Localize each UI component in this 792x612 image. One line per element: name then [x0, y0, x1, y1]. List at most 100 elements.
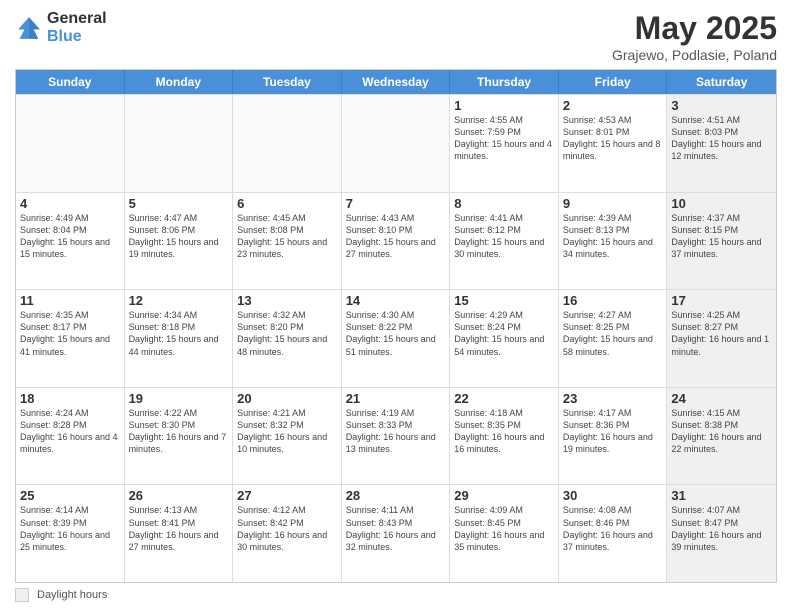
cell-info: Sunrise: 4:55 AM Sunset: 7:59 PM Dayligh…: [454, 114, 554, 163]
header-day-monday: Monday: [125, 70, 234, 94]
cell-info: Sunrise: 4:27 AM Sunset: 8:25 PM Dayligh…: [563, 309, 663, 358]
cell-info: Sunrise: 4:11 AM Sunset: 8:43 PM Dayligh…: [346, 504, 446, 553]
logo-icon: [15, 14, 43, 42]
cell-info: Sunrise: 4:45 AM Sunset: 8:08 PM Dayligh…: [237, 212, 337, 261]
header-day-sunday: Sunday: [16, 70, 125, 94]
cal-cell: 24Sunrise: 4:15 AM Sunset: 8:38 PM Dayli…: [667, 388, 776, 485]
cell-info: Sunrise: 4:51 AM Sunset: 8:03 PM Dayligh…: [671, 114, 772, 163]
cell-info: Sunrise: 4:17 AM Sunset: 8:36 PM Dayligh…: [563, 407, 663, 456]
cell-info: Sunrise: 4:19 AM Sunset: 8:33 PM Dayligh…: [346, 407, 446, 456]
day-number: 29: [454, 488, 554, 503]
cal-cell: 12Sunrise: 4:34 AM Sunset: 8:18 PM Dayli…: [125, 290, 234, 387]
day-number: 2: [563, 98, 663, 113]
cell-info: Sunrise: 4:21 AM Sunset: 8:32 PM Dayligh…: [237, 407, 337, 456]
cell-info: Sunrise: 4:07 AM Sunset: 8:47 PM Dayligh…: [671, 504, 772, 553]
header-day-saturday: Saturday: [667, 70, 776, 94]
cal-cell: [233, 95, 342, 192]
legend-label: Daylight hours: [37, 589, 107, 601]
cell-info: Sunrise: 4:13 AM Sunset: 8:41 PM Dayligh…: [129, 504, 229, 553]
cal-cell: 25Sunrise: 4:14 AM Sunset: 8:39 PM Dayli…: [16, 485, 125, 582]
cell-info: Sunrise: 4:08 AM Sunset: 8:46 PM Dayligh…: [563, 504, 663, 553]
cell-info: Sunrise: 4:12 AM Sunset: 8:42 PM Dayligh…: [237, 504, 337, 553]
day-number: 5: [129, 196, 229, 211]
header: General Blue May 2025 Grajewo, Podlasie,…: [15, 10, 777, 63]
cell-info: Sunrise: 4:49 AM Sunset: 8:04 PM Dayligh…: [20, 212, 120, 261]
main-title: May 2025: [612, 10, 777, 47]
cell-info: Sunrise: 4:18 AM Sunset: 8:35 PM Dayligh…: [454, 407, 554, 456]
cell-info: Sunrise: 4:47 AM Sunset: 8:06 PM Dayligh…: [129, 212, 229, 261]
cal-cell: 13Sunrise: 4:32 AM Sunset: 8:20 PM Dayli…: [233, 290, 342, 387]
page: General Blue May 2025 Grajewo, Podlasie,…: [0, 0, 792, 612]
cell-info: Sunrise: 4:53 AM Sunset: 8:01 PM Dayligh…: [563, 114, 663, 163]
day-number: 30: [563, 488, 663, 503]
cell-info: Sunrise: 4:09 AM Sunset: 8:45 PM Dayligh…: [454, 504, 554, 553]
day-number: 15: [454, 293, 554, 308]
day-number: 26: [129, 488, 229, 503]
cal-cell: 21Sunrise: 4:19 AM Sunset: 8:33 PM Dayli…: [342, 388, 451, 485]
cal-cell: 3Sunrise: 4:51 AM Sunset: 8:03 PM Daylig…: [667, 95, 776, 192]
cal-cell: 15Sunrise: 4:29 AM Sunset: 8:24 PM Dayli…: [450, 290, 559, 387]
cal-cell: [342, 95, 451, 192]
cell-info: Sunrise: 4:22 AM Sunset: 8:30 PM Dayligh…: [129, 407, 229, 456]
calendar-week-5: 25Sunrise: 4:14 AM Sunset: 8:39 PM Dayli…: [16, 484, 776, 582]
title-block: May 2025 Grajewo, Podlasie, Poland: [612, 10, 777, 63]
day-number: 17: [671, 293, 772, 308]
cal-cell: 31Sunrise: 4:07 AM Sunset: 8:47 PM Dayli…: [667, 485, 776, 582]
cal-cell: 17Sunrise: 4:25 AM Sunset: 8:27 PM Dayli…: [667, 290, 776, 387]
day-number: 6: [237, 196, 337, 211]
cal-cell: 28Sunrise: 4:11 AM Sunset: 8:43 PM Dayli…: [342, 485, 451, 582]
day-number: 18: [20, 391, 120, 406]
day-number: 11: [20, 293, 120, 308]
day-number: 1: [454, 98, 554, 113]
cal-cell: 6Sunrise: 4:45 AM Sunset: 8:08 PM Daylig…: [233, 193, 342, 290]
cal-cell: 19Sunrise: 4:22 AM Sunset: 8:30 PM Dayli…: [125, 388, 234, 485]
logo: General Blue: [15, 10, 107, 45]
cal-cell: 1Sunrise: 4:55 AM Sunset: 7:59 PM Daylig…: [450, 95, 559, 192]
cal-cell: 23Sunrise: 4:17 AM Sunset: 8:36 PM Dayli…: [559, 388, 668, 485]
calendar-week-2: 4Sunrise: 4:49 AM Sunset: 8:04 PM Daylig…: [16, 192, 776, 290]
cal-cell: 10Sunrise: 4:37 AM Sunset: 8:15 PM Dayli…: [667, 193, 776, 290]
day-number: 27: [237, 488, 337, 503]
cal-cell: 8Sunrise: 4:41 AM Sunset: 8:12 PM Daylig…: [450, 193, 559, 290]
day-number: 23: [563, 391, 663, 406]
day-number: 22: [454, 391, 554, 406]
day-number: 14: [346, 293, 446, 308]
cal-cell: 4Sunrise: 4:49 AM Sunset: 8:04 PM Daylig…: [16, 193, 125, 290]
calendar-week-4: 18Sunrise: 4:24 AM Sunset: 8:28 PM Dayli…: [16, 387, 776, 485]
cal-cell: 20Sunrise: 4:21 AM Sunset: 8:32 PM Dayli…: [233, 388, 342, 485]
cal-cell: 7Sunrise: 4:43 AM Sunset: 8:10 PM Daylig…: [342, 193, 451, 290]
cal-cell: 18Sunrise: 4:24 AM Sunset: 8:28 PM Dayli…: [16, 388, 125, 485]
cell-info: Sunrise: 4:29 AM Sunset: 8:24 PM Dayligh…: [454, 309, 554, 358]
day-number: 7: [346, 196, 446, 211]
calendar-week-3: 11Sunrise: 4:35 AM Sunset: 8:17 PM Dayli…: [16, 289, 776, 387]
cell-info: Sunrise: 4:34 AM Sunset: 8:18 PM Dayligh…: [129, 309, 229, 358]
cal-cell: 16Sunrise: 4:27 AM Sunset: 8:25 PM Dayli…: [559, 290, 668, 387]
day-number: 24: [671, 391, 772, 406]
cal-cell: 26Sunrise: 4:13 AM Sunset: 8:41 PM Dayli…: [125, 485, 234, 582]
calendar: SundayMondayTuesdayWednesdayThursdayFrid…: [15, 69, 777, 583]
header-day-friday: Friday: [559, 70, 668, 94]
day-number: 25: [20, 488, 120, 503]
header-day-thursday: Thursday: [450, 70, 559, 94]
cell-info: Sunrise: 4:24 AM Sunset: 8:28 PM Dayligh…: [20, 407, 120, 456]
cell-info: Sunrise: 4:35 AM Sunset: 8:17 PM Dayligh…: [20, 309, 120, 358]
cal-cell: 9Sunrise: 4:39 AM Sunset: 8:13 PM Daylig…: [559, 193, 668, 290]
cal-cell: 30Sunrise: 4:08 AM Sunset: 8:46 PM Dayli…: [559, 485, 668, 582]
legend-box: [15, 588, 29, 602]
cal-cell: [125, 95, 234, 192]
cell-info: Sunrise: 4:32 AM Sunset: 8:20 PM Dayligh…: [237, 309, 337, 358]
day-number: 12: [129, 293, 229, 308]
footer: Daylight hours: [15, 588, 777, 602]
subtitle: Grajewo, Podlasie, Poland: [612, 47, 777, 63]
day-number: 19: [129, 391, 229, 406]
cell-info: Sunrise: 4:14 AM Sunset: 8:39 PM Dayligh…: [20, 504, 120, 553]
calendar-week-1: 1Sunrise: 4:55 AM Sunset: 7:59 PM Daylig…: [16, 94, 776, 192]
calendar-header: SundayMondayTuesdayWednesdayThursdayFrid…: [16, 70, 776, 94]
day-number: 20: [237, 391, 337, 406]
header-day-wednesday: Wednesday: [342, 70, 451, 94]
cal-cell: 22Sunrise: 4:18 AM Sunset: 8:35 PM Dayli…: [450, 388, 559, 485]
cal-cell: 27Sunrise: 4:12 AM Sunset: 8:42 PM Dayli…: [233, 485, 342, 582]
day-number: 28: [346, 488, 446, 503]
cell-info: Sunrise: 4:41 AM Sunset: 8:12 PM Dayligh…: [454, 212, 554, 261]
cell-info: Sunrise: 4:43 AM Sunset: 8:10 PM Dayligh…: [346, 212, 446, 261]
